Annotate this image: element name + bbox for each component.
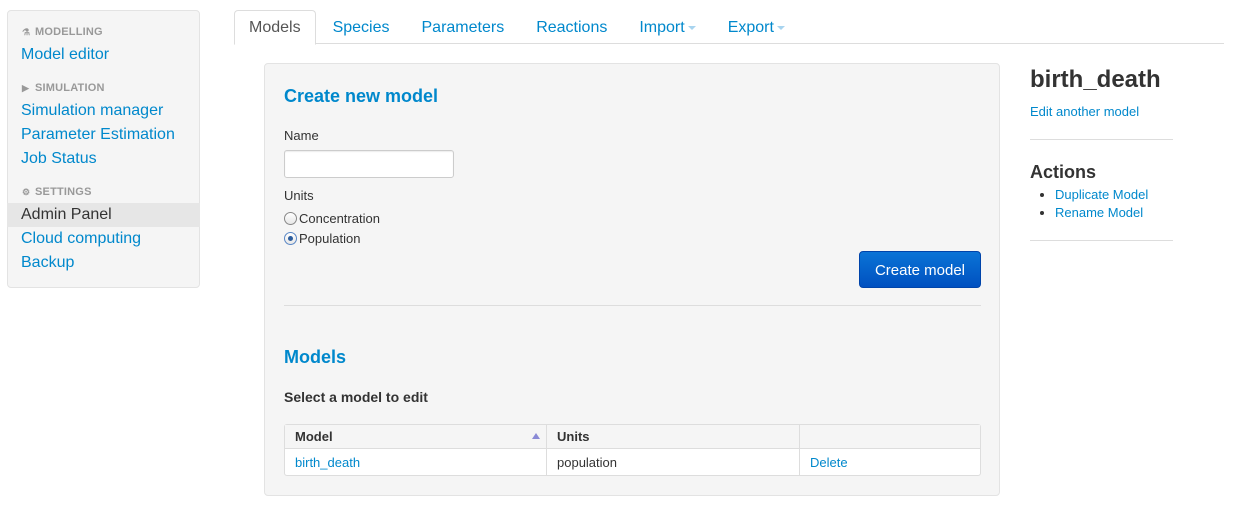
tab-parameters[interactable]: Parameters [407,10,520,44]
rename-model-link[interactable]: Rename Model [1055,205,1143,220]
sidebar: ⚗ MODELLING Model editor ▶ SIMULATION Si… [7,10,200,288]
tab-import[interactable]: Import [624,10,710,44]
radio-label: Population [299,231,361,246]
sidebar-item-admin-panel[interactable]: Admin Panel [7,203,200,227]
duplicate-model-link[interactable]: Duplicate Model [1055,187,1148,202]
create-model-button[interactable]: Create model [859,251,981,288]
tab-models[interactable]: Models [234,10,316,45]
models-subtitle: Select a model to edit [284,389,428,405]
list-item: Rename Model [1055,204,1148,222]
current-model-title: birth_death [1030,66,1161,93]
actions-title: Actions [1030,162,1097,182]
model-name-input[interactable] [284,150,454,178]
gear-icon: ⚙ [22,186,31,197]
sidebar-item-simulation-manager[interactable]: Simulation manager [7,99,200,123]
model-name-cell: birth_death [285,449,546,475]
column-header-model[interactable]: Model [285,425,546,449]
actions-list: Duplicate Model Rename Model [1030,186,1148,222]
caret-down-icon [687,25,696,30]
divider [284,305,981,306]
main-panel: Create new model Name Units Concentratio… [264,63,1000,496]
divider [1030,240,1173,241]
units-option-concentration[interactable]: Concentration [284,211,380,226]
nav-header-modelling: ⚗ MODELLING [22,26,103,38]
sidebar-item-model-editor[interactable]: Model editor [7,43,200,67]
nav-header-simulation: ▶ SIMULATION [22,82,105,94]
tab-export[interactable]: Export [713,10,800,44]
tab-bar: Models Species Parameters Reactions Impo… [234,10,1224,45]
column-header-units[interactable]: Units [546,425,799,449]
units-cell: population [546,449,799,475]
play-icon: ▶ [22,82,30,93]
tab-export-label: Export [727,19,774,36]
radio-label: Concentration [299,211,380,226]
divider [1030,139,1173,140]
create-model-title: Create new model [284,86,439,106]
name-label: Name [284,128,319,143]
sidebar-item-parameter-estimation[interactable]: Parameter Estimation [7,123,200,147]
radio-button-selected[interactable] [284,232,297,245]
radio-button[interactable] [284,212,297,225]
models-table: Model Units birth_death population Delet… [284,424,981,476]
delete-link[interactable]: Delete [810,455,848,470]
flask-icon: ⚗ [22,26,31,37]
tab-reactions[interactable]: Reactions [521,10,622,44]
nav-header-settings: ⚙ SETTINGS [22,186,92,198]
list-item: Duplicate Model [1055,186,1148,204]
sort-ascending-icon [532,433,540,439]
tab-import-label: Import [639,19,685,36]
column-header-actions [799,425,980,449]
sidebar-item-backup[interactable]: Backup [7,251,200,275]
edit-another-model-link[interactable]: Edit another model [1030,104,1139,119]
action-cell: Delete [799,449,980,475]
units-option-population[interactable]: Population [284,231,360,246]
models-title: Models [284,347,347,367]
sidebar-item-job-status[interactable]: Job Status [7,147,200,171]
model-link[interactable]: birth_death [295,455,360,470]
units-label: Units [284,188,314,203]
tab-species[interactable]: Species [318,10,405,44]
caret-down-icon [776,25,785,30]
sidebar-item-cloud-computing[interactable]: Cloud computing [7,227,200,251]
table-row: birth_death population Delete [285,449,980,475]
